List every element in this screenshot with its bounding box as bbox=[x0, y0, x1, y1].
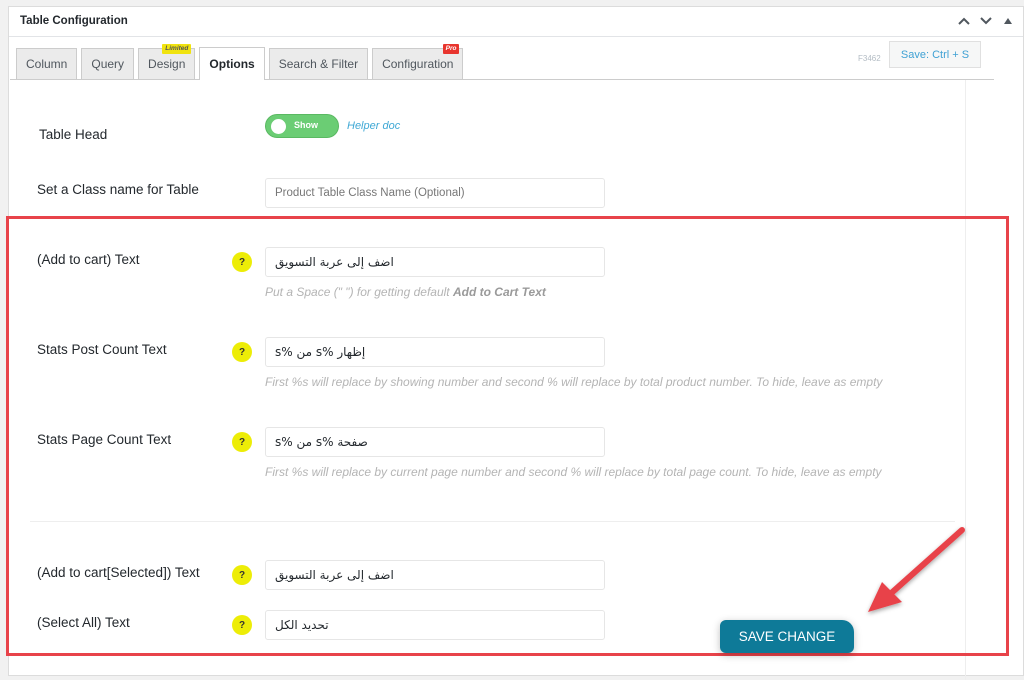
form-id: F3462 bbox=[858, 54, 881, 63]
select-all-input[interactable]: تحديد الكل bbox=[265, 610, 605, 640]
add-to-cart-selected-value: اضف إلى عربة التسويق bbox=[275, 568, 394, 582]
helper-doc-link[interactable]: Helper doc bbox=[347, 120, 400, 132]
save-change-button[interactable]: SAVE CHANGE bbox=[720, 620, 854, 653]
class-name-label: Set a Class name for Table bbox=[37, 182, 199, 197]
stats-page-count-label: Stats Page Count Text bbox=[37, 432, 172, 447]
table-head-toggle[interactable]: Show bbox=[265, 114, 339, 138]
save-shortcut-button[interactable]: Save: Ctrl + S bbox=[889, 41, 981, 68]
chevron-down-icon[interactable] bbox=[979, 13, 993, 29]
tab-bar: Column Query Design Limited Options Sear… bbox=[16, 44, 464, 80]
class-name-placeholder: Product Table Class Name (Optional) bbox=[275, 187, 465, 199]
class-name-input[interactable]: Product Table Class Name (Optional) bbox=[265, 178, 605, 208]
tab-query[interactable]: Query bbox=[81, 48, 135, 79]
stats-post-count-desc: First %s will replace by showing number … bbox=[265, 375, 883, 389]
postbox-header: Table Configuration bbox=[9, 7, 1023, 37]
help-icon[interactable]: ? bbox=[232, 342, 252, 362]
add-to-cart-desc: Put a Space (" ") for getting default Ad… bbox=[265, 285, 546, 299]
header-controls bbox=[957, 13, 1015, 29]
add-to-cart-value: اضف إلى عربة التسويق bbox=[275, 255, 394, 269]
help-icon[interactable]: ? bbox=[232, 432, 252, 452]
pro-badge: Pro bbox=[442, 44, 460, 54]
tab-design[interactable]: Design Limited bbox=[138, 44, 196, 79]
add-to-cart-input[interactable]: اضف إلى عربة التسويق bbox=[265, 247, 605, 277]
select-all-label: (Select All) Text bbox=[37, 615, 130, 630]
help-icon[interactable]: ? bbox=[232, 252, 252, 272]
tab-configuration[interactable]: Configuration Pro bbox=[372, 44, 464, 79]
tab-options[interactable]: Options bbox=[199, 47, 265, 80]
stats-post-count-label: Stats Post Count Text bbox=[37, 342, 167, 357]
stats-page-count-value: صفحة %s من %s bbox=[275, 435, 368, 449]
add-to-cart-selected-input[interactable]: اضف إلى عربة التسويق bbox=[265, 560, 605, 590]
stats-page-count-input[interactable]: صفحة %s من %s bbox=[265, 427, 605, 457]
tab-search-filter[interactable]: Search & Filter bbox=[268, 48, 369, 79]
tab-column[interactable]: Column bbox=[16, 48, 78, 79]
postbox-title: Table Configuration bbox=[20, 15, 128, 27]
select-all-value: تحديد الكل bbox=[275, 618, 329, 632]
help-icon[interactable]: ? bbox=[232, 615, 252, 635]
stats-post-count-value: إظهار %s من %s bbox=[275, 345, 366, 359]
chevron-up-icon[interactable] bbox=[957, 13, 971, 29]
add-to-cart-label: (Add to cart) Text bbox=[37, 252, 140, 267]
toggle-label: Show bbox=[294, 120, 318, 130]
help-icon[interactable]: ? bbox=[232, 565, 252, 585]
section-divider bbox=[30, 521, 955, 522]
stats-page-count-desc: First %s will replace by current page nu… bbox=[265, 465, 882, 479]
toggle-knob bbox=[271, 119, 286, 134]
add-to-cart-selected-label: (Add to cart[Selected]) Text bbox=[37, 565, 200, 580]
collapse-triangle-icon[interactable] bbox=[1001, 13, 1015, 29]
stats-post-count-input[interactable]: إظهار %s من %s bbox=[265, 337, 605, 367]
table-head-label: Table Head bbox=[39, 127, 108, 142]
limited-badge: Limited bbox=[162, 44, 192, 54]
